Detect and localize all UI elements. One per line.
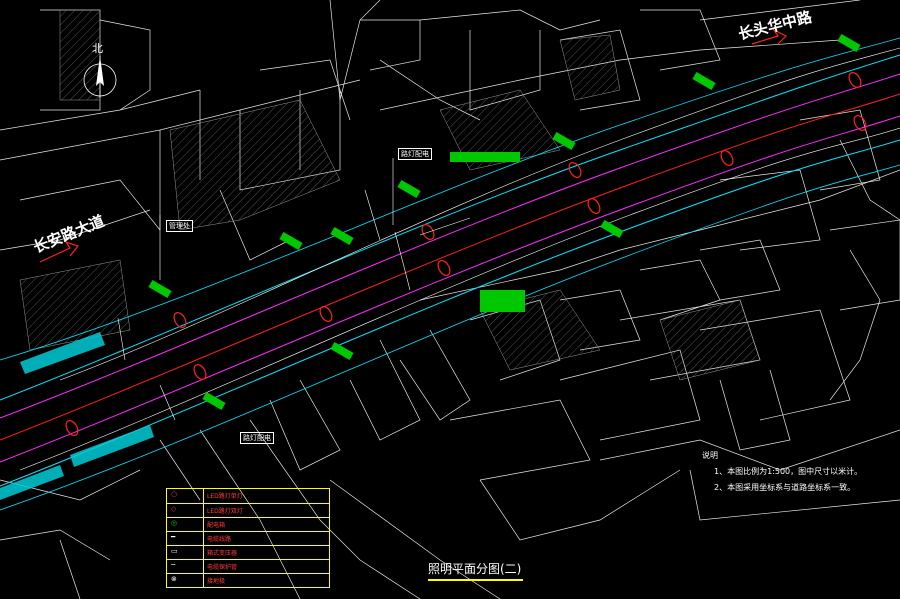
drawing-title: 照明平面分图(二)	[428, 560, 524, 581]
legend-text: LED路灯双灯	[207, 508, 243, 515]
legend-row: ◎ 配电箱	[167, 517, 329, 531]
callout-upper: 路灯配电	[398, 148, 432, 160]
legend-symbol: ◎	[171, 519, 178, 527]
legend-row: ○ LED路灯单灯	[167, 489, 329, 503]
legend-symbol: ⊗	[171, 575, 177, 583]
legend-row: ⊗ 接地极	[167, 573, 329, 587]
legend-row: ▭ 箱式变压器	[167, 545, 329, 559]
legend-table: ○ LED路灯单灯 ◇ LED路灯双灯 ◎ 配电箱 ━ 电缆线路 ▭ 箱式变压器…	[166, 488, 330, 588]
callout-left: 管理处	[166, 220, 193, 232]
legend-symbol: ▭	[171, 547, 178, 555]
legend-row: ◇ LED路灯双灯	[167, 503, 329, 517]
notes-heading: 说明	[702, 451, 718, 460]
callout-lower: 路灯配电	[240, 432, 274, 444]
legend-text: 配电箱	[207, 522, 226, 529]
legend-symbol: ━	[171, 533, 176, 541]
notes-item: 2、本图采用坐标系与道路坐标系一致。	[714, 483, 856, 492]
notes-item: 1、本图比例为1:500，图中尺寸以米计。	[714, 467, 863, 476]
legend-text: 接地极	[207, 578, 226, 585]
legend-text: 电缆线路	[207, 536, 232, 543]
drawing-notes: 说明 1、本图比例为1:500，图中尺寸以米计。 2、本图采用坐标系与道路坐标系…	[702, 448, 862, 496]
legend-row: ─ 电缆保护管	[167, 559, 329, 573]
legend-symbol: ─	[171, 561, 176, 569]
legend-symbol: ○	[171, 490, 178, 498]
legend-symbol: ◇	[171, 505, 177, 513]
legend-text: 箱式变压器	[207, 550, 238, 557]
legend-row: ━ 电缆线路	[167, 531, 329, 545]
cad-drawing-canvas	[0, 0, 900, 599]
north-label: 北	[92, 42, 103, 55]
legend-text: 电缆保护管	[207, 564, 238, 571]
legend-text: LED路灯单灯	[207, 493, 243, 500]
